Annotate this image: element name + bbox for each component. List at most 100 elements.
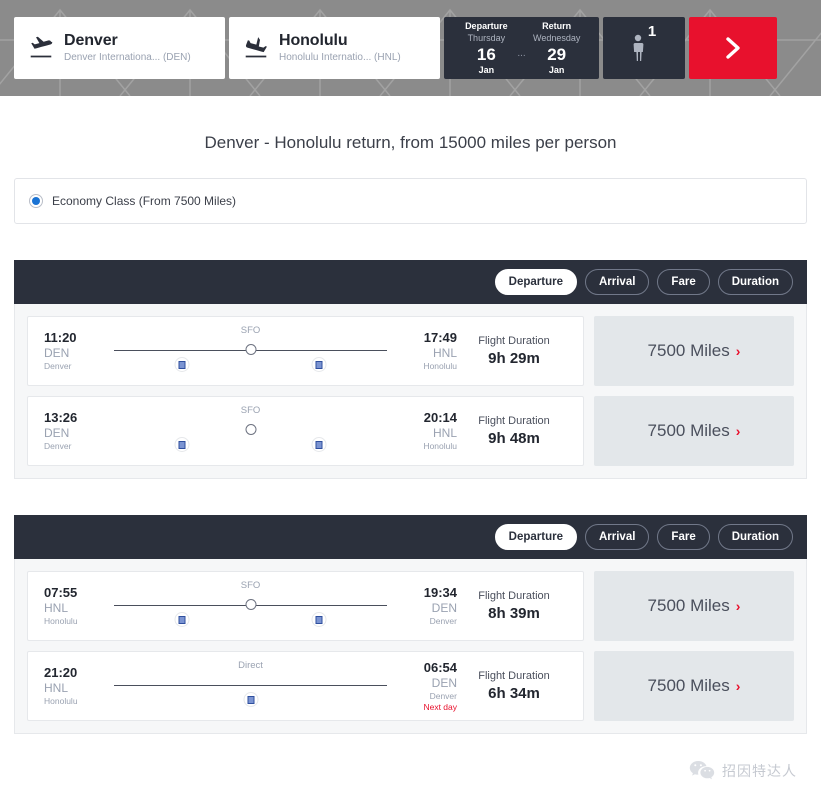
return-label: Return [542, 20, 572, 31]
page-title: Denver - Honolulu return, from 15000 mil… [204, 133, 617, 152]
arrival-code: HNL [432, 346, 457, 360]
watermark-text: 招因特达人 [722, 763, 797, 779]
stop-label: Direct [238, 660, 263, 671]
stop-marker [245, 599, 256, 610]
plane-takeoff-icon [28, 35, 54, 61]
airline-logo-icon [243, 692, 258, 707]
duration-value: 8h 39m [488, 604, 540, 622]
duration-value: 6h 34m [488, 684, 540, 702]
airline-logo-icon [174, 612, 190, 627]
stop-label: SFO [240, 325, 261, 336]
route-graphic: SFO [114, 578, 387, 634]
fare-button[interactable]: 7500 Miles › [594, 316, 794, 386]
cabin-class-option[interactable]: Economy Class (From 7500 Miles) [14, 178, 807, 224]
duration-block: Flight Duration 6h 34m [457, 669, 567, 704]
search-bar: Denver Denver Internationa... (DEN) Hono… [0, 0, 821, 96]
date-field[interactable]: Departure Thursday 16 Jan ... Return Wed… [444, 17, 599, 79]
flight-details[interactable]: 21:20 HNL Honolulu Direct 06:54 DEN Denv… [27, 651, 584, 721]
sort-tab-departure[interactable]: Departure [494, 524, 577, 550]
departure-endpoint: 13:26 DEN Denver [44, 410, 104, 452]
arrival-city: Honolulu [423, 441, 457, 451]
sort-tab-fare[interactable]: Fare [657, 524, 710, 550]
date-separator: ... [517, 47, 526, 59]
flight-details[interactable]: 07:55 HNL Honolulu SFO 19:34 DEN Denver … [27, 571, 584, 641]
departure-day: 16 [476, 44, 496, 64]
departure-code: HNL [44, 681, 69, 695]
departure-city: Denver [44, 441, 72, 451]
flight-row: 13:26 DEN Denver SFO 20:14 HNL Honolulu [27, 396, 794, 466]
arrival-time: 17:49 [423, 330, 457, 345]
passenger-count: 1 [647, 23, 657, 40]
departure-time: 13:26 [44, 410, 78, 425]
fare-button[interactable]: 7500 Miles › [594, 571, 794, 641]
airline-logo-icon [311, 612, 327, 627]
departure-endpoint: 07:55 HNL Honolulu [44, 585, 104, 627]
departure-time: 07:55 [44, 585, 78, 600]
departure-city: Honolulu [44, 696, 78, 706]
chevron-right-icon: › [735, 343, 741, 359]
arrival-time: 06:54 [423, 659, 457, 675]
cabin-class-label: Economy Class (From 7500 Miles) [52, 194, 237, 208]
return-weekday: Wednesday [532, 32, 581, 43]
sort-tab-fare[interactable]: Fare [657, 269, 710, 295]
chevron-right-icon [726, 37, 740, 59]
route-graphic: Direct [114, 658, 387, 714]
passenger-field[interactable]: 1 [603, 17, 685, 79]
stop-marker [245, 424, 256, 435]
search-submit-button[interactable] [689, 17, 777, 79]
departure-city: Denver [44, 361, 72, 371]
passenger-icon [632, 34, 644, 62]
departure-time: 11:20 [44, 330, 77, 345]
stop-marker [245, 344, 256, 355]
arrival-code: DEN [431, 675, 457, 690]
airline-logo-icon [311, 357, 327, 372]
duration-block: Flight Duration 9h 48m [457, 414, 567, 449]
outbound-results-panel: Departure Arrival Fare Duration 11:20 DE… [14, 260, 807, 479]
outbound-flight-list: 11:20 DEN Denver SFO 17:49 HNL Honolulu … [14, 304, 807, 479]
arrival-city: Denver [429, 616, 457, 626]
flight-details[interactable]: 11:20 DEN Denver SFO 17:49 HNL Honolulu … [27, 316, 584, 386]
stop-label: SFO [240, 580, 261, 591]
cabin-class-radio[interactable] [29, 194, 43, 208]
flight-row: 21:20 HNL Honolulu Direct 06:54 DEN Denv… [27, 651, 794, 721]
sort-tab-departure[interactable]: Departure [494, 269, 577, 295]
chevron-right-icon: › [735, 678, 741, 694]
arrival-city: Denver [429, 690, 457, 701]
fare-button[interactable]: 7500 Miles › [594, 396, 794, 466]
return-date[interactable]: Return Wednesday 29 Jan [528, 21, 586, 76]
departure-endpoint: 11:20 DEN Denver [44, 330, 104, 372]
fare-button[interactable]: 7500 Miles › [594, 651, 794, 721]
route-graphic: SFO [114, 323, 387, 379]
duration-label: Flight Duration [478, 669, 550, 682]
return-month: Jan [548, 64, 565, 75]
duration-label: Flight Duration [478, 589, 550, 602]
departure-date[interactable]: Departure Thursday 16 Jan [457, 21, 515, 76]
origin-field[interactable]: Denver Denver Internationa... (DEN) [14, 17, 225, 79]
outbound-sort-bar: Departure Arrival Fare Duration [14, 260, 807, 304]
sort-tab-duration[interactable]: Duration [717, 269, 793, 295]
flight-details[interactable]: 13:26 DEN Denver SFO 20:14 HNL Honolulu [27, 396, 584, 466]
plane-landing-icon [243, 35, 269, 61]
arrival-code: HNL [432, 426, 457, 440]
return-day: 29 [547, 44, 567, 64]
arrival-city: Honolulu [423, 361, 457, 371]
radio-dot [32, 197, 40, 205]
arrival-code: DEN [431, 601, 457, 615]
destination-field[interactable]: Honolulu Honolulu Internatio... (HNL) [229, 17, 440, 79]
watermark: 招因特达人 [689, 760, 797, 782]
inbound-sort-bar: Departure Arrival Fare Duration [14, 515, 807, 559]
chevron-right-icon: › [735, 423, 741, 439]
arrival-time: 20:14 [423, 410, 457, 425]
wechat-icon [689, 761, 715, 780]
next-day-badge: Next day [423, 701, 457, 712]
sort-tab-duration[interactable]: Duration [717, 524, 793, 550]
duration-label: Flight Duration [478, 414, 550, 427]
departure-code: HNL [44, 601, 69, 615]
duration-label: Flight Duration [478, 334, 550, 347]
departure-endpoint: 21:20 HNL Honolulu [44, 665, 104, 707]
page-content: Denver - Honolulu return, from 15000 mil… [0, 96, 821, 734]
arrival-endpoint: 06:54 DEN Denver Next day [397, 660, 457, 713]
sort-tab-arrival[interactable]: Arrival [584, 269, 650, 295]
sort-tab-arrival[interactable]: Arrival [584, 524, 650, 550]
arrival-endpoint: 20:14 HNL Honolulu [397, 410, 457, 452]
